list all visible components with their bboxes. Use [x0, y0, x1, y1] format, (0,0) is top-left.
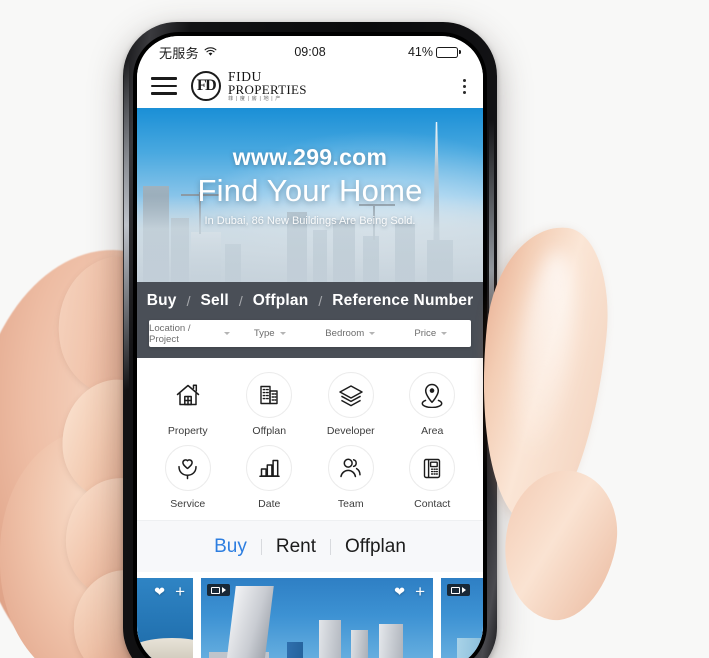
plus-icon[interactable]: + — [175, 583, 185, 600]
filter-price-label: Price — [414, 328, 437, 339]
brand-logo[interactable]: FD FIDU PROPERTIES 菲 | 度 | 房 | 地 | 产 — [191, 70, 307, 103]
nav-item-buy[interactable]: Buy — [147, 292, 177, 310]
quick-link-label: Service — [170, 498, 206, 510]
buildings-icon — [246, 372, 293, 418]
nav-separator: / — [238, 293, 243, 309]
heart-hands-icon — [164, 445, 211, 491]
heart-icon[interactable]: ❤ — [154, 585, 165, 598]
nav-separator: / — [318, 293, 323, 309]
filter-bedroom[interactable]: Bedroom — [310, 328, 391, 339]
filter-bedroom-label: Bedroom — [325, 328, 365, 339]
brand-logo-text: FIDU PROPERTIES 菲 | 度 | 房 | 地 | 产 — [228, 70, 307, 103]
video-camera-icon — [447, 584, 470, 596]
fd-monogram-icon: FD — [191, 70, 221, 101]
search-filter-bar: Location / Project Type Bedroom Price — [149, 320, 471, 347]
brand-name-cn: 菲 | 度 | 房 | 地 | 产 — [228, 96, 282, 103]
quick-link-label: Date — [258, 498, 281, 510]
quick-link-area[interactable]: Area — [392, 372, 474, 437]
quick-link-label: Developer — [326, 425, 375, 437]
nav-separator: / — [186, 293, 191, 309]
heart-icon[interactable]: ❤ — [394, 585, 405, 598]
photo-scene: 无服务 09:08 41% FD FIDU PROPERTIES 菲 | 度 |… — [0, 0, 709, 658]
quick-links-grid: Property Offplan Developer Area Service … — [147, 372, 473, 510]
quick-link-service[interactable]: Service — [147, 445, 229, 510]
category-nav-strip: Buy / Sell / Offplan / Reference Number — [137, 282, 483, 320]
property-card[interactable]: ❤ + — [137, 578, 193, 658]
chevron-down-icon — [441, 332, 448, 335]
tab-buy[interactable]: Buy — [200, 536, 261, 558]
phone-device: 无服务 09:08 41% FD FIDU PROPERTIES 菲 | 度 |… — [123, 22, 497, 658]
battery-percent-label: 41% — [407, 45, 433, 59]
quick-link-property[interactable]: Property — [147, 372, 229, 437]
card-actions: ❤ + — [154, 583, 185, 600]
quick-link-offplan[interactable]: Offplan — [229, 372, 311, 437]
brand-name-line2: PROPERTIES — [228, 82, 307, 98]
quick-link-label: Contact — [414, 498, 451, 510]
hero-text-block: www.299.com Find Your Home In Dubai, 86 … — [137, 144, 483, 227]
listing-tabs: Buy Rent Offplan — [137, 520, 483, 572]
filter-type-label: Type — [253, 328, 275, 339]
property-card[interactable] — [441, 578, 483, 658]
quick-link-label: Property — [167, 425, 208, 437]
quick-link-developer[interactable]: Developer — [310, 372, 392, 437]
quick-link-label: Team — [337, 498, 364, 510]
video-camera-icon — [207, 584, 230, 596]
tab-offplan[interactable]: Offplan — [331, 536, 420, 558]
hamburger-menu-icon[interactable] — [151, 77, 177, 95]
app-header: FD FIDU PROPERTIES 菲 | 度 | 房 | 地 | 产 — [137, 64, 483, 108]
filter-location-project[interactable]: Location / Project — [149, 323, 230, 345]
layers-icon — [327, 372, 374, 418]
nav-item-sell[interactable]: Sell — [200, 292, 228, 310]
quick-link-team[interactable]: Team — [310, 445, 392, 510]
card-actions: ❤ + — [394, 583, 425, 600]
property-card[interactable]: ❤ + — [201, 578, 433, 658]
chevron-down-icon — [279, 332, 286, 335]
phone-bezel: 无服务 09:08 41% FD FIDU PROPERTIES 菲 | 度 |… — [133, 32, 487, 658]
status-right: 41% — [408, 45, 461, 59]
tab-rent[interactable]: Rent — [262, 536, 330, 558]
hero-subtitle: In Dubai, 86 New Buildings Are Being Sol… — [204, 215, 416, 227]
quick-link-label: Area — [421, 425, 444, 437]
brand-name-line1: FIDU — [228, 68, 262, 84]
filter-location-label: Location / Project — [149, 322, 191, 345]
battery-icon — [436, 46, 461, 58]
filter-price[interactable]: Price — [391, 328, 472, 339]
quick-links-section: Property Offplan Developer Area Service … — [137, 358, 483, 520]
nav-item-offplan[interactable]: Offplan — [253, 292, 309, 310]
hero-banner: www.299.com Find Your Home In Dubai, 86 … — [137, 108, 483, 282]
quick-link-date[interactable]: Date — [229, 445, 311, 510]
hero-url: www.299.com — [232, 144, 388, 170]
hero-title: Find Your Home — [197, 173, 423, 208]
telephone-icon — [409, 445, 456, 491]
phone-screen: 无服务 09:08 41% FD FIDU PROPERTIES 菲 | 度 |… — [137, 36, 483, 658]
kebab-menu-icon[interactable] — [458, 75, 471, 98]
house-icon — [164, 372, 211, 418]
people-icon — [327, 445, 374, 491]
phone-edge-highlight-left — [124, 60, 129, 390]
quick-link-contact[interactable]: Contact — [392, 445, 474, 510]
property-card-carousel[interactable]: ❤ + ❤ + — [137, 572, 483, 658]
quick-link-label: Offplan — [252, 425, 287, 437]
filter-type[interactable]: Type — [230, 328, 311, 339]
chevron-down-icon — [369, 332, 376, 335]
bar-chart-icon — [246, 445, 293, 491]
filter-bar-container: Location / Project Type Bedroom Price — [137, 320, 483, 358]
nav-item-reference-number[interactable]: Reference Number — [332, 292, 473, 310]
map-pin-icon — [409, 372, 456, 418]
plus-icon[interactable]: + — [415, 583, 425, 600]
status-bar: 无服务 09:08 41% — [137, 36, 483, 64]
